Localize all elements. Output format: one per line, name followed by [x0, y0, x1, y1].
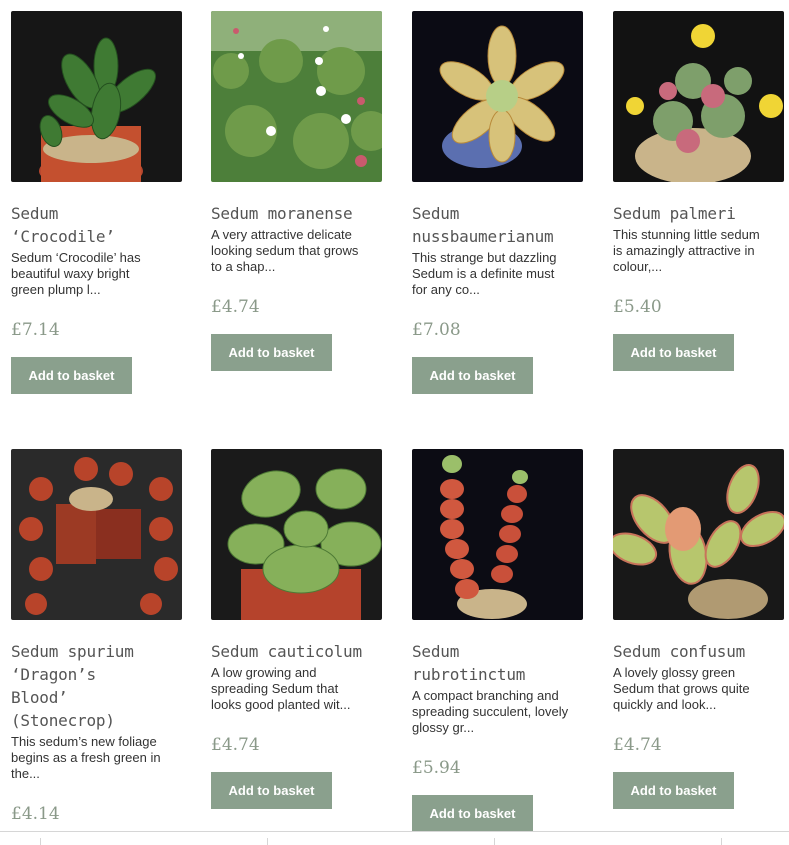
product-title[interactable]: Sedum nussbaumerianum [412, 202, 584, 248]
crocodile-image[interactable] [11, 11, 182, 182]
product-description: This strange but dazzling Sedum is a def… [412, 250, 557, 297]
product-title[interactable]: Sedum ‘Crocodile’ [11, 202, 183, 248]
product-price: £4.74 [613, 735, 662, 755]
add-to-basket-button[interactable]: Add to basket [613, 772, 734, 809]
nussbaumerianum-image[interactable] [412, 11, 583, 182]
divider [40, 838, 41, 845]
add-to-basket-button[interactable]: Add to basket [211, 334, 332, 371]
product-card: Sedum ‘Crocodile’ Sedum ‘Crocodile’ has … [11, 11, 183, 394]
product-card: Sedum nussbaumerianum This strange but d… [412, 11, 584, 394]
divider [721, 838, 722, 845]
spurium-image[interactable] [11, 449, 182, 620]
rubrotinctum-image[interactable] [412, 449, 583, 620]
product-card: Sedum moranense A very attractive delica… [211, 11, 383, 371]
product-title[interactable]: Sedum cauticolum [211, 640, 383, 663]
add-to-basket-button[interactable]: Add to basket [613, 334, 734, 371]
product-card: Sedum spurium ‘Dragon’s Blood’ (Stonecro… [11, 449, 183, 824]
product-description: Sedum ‘Crocodile’ has beautiful waxy bri… [11, 250, 141, 297]
product-title[interactable]: Sedum rubrotinctum [412, 640, 584, 686]
product-title[interactable]: Sedum moranense [211, 202, 383, 225]
divider [0, 831, 789, 832]
add-to-basket-button[interactable]: Add to basket [211, 772, 332, 809]
product-price: £4.14 [11, 804, 60, 824]
cauticolum-image[interactable] [211, 449, 382, 620]
product-description: A low growing and spreading Sedum that l… [211, 665, 351, 712]
product-title[interactable]: Sedum spurium ‘Dragon’s Blood’ (Stonecro… [11, 640, 183, 732]
product-price: £4.74 [211, 735, 260, 755]
product-price: £7.14 [11, 320, 60, 340]
add-to-basket-button[interactable]: Add to basket [412, 795, 533, 832]
product-card: Sedum cauticolum A low growing and sprea… [211, 449, 383, 809]
product-card: Sedum palmeri This stunning little sedum… [613, 11, 785, 371]
product-card: Sedum rubrotinctum A compact branching a… [412, 449, 584, 832]
product-title[interactable]: Sedum palmeri [613, 202, 785, 225]
product-description: A compact branching and spreading succul… [412, 688, 569, 735]
divider [267, 838, 268, 845]
product-description: This stunning little sedum is amazingly … [613, 227, 760, 274]
add-to-basket-button[interactable]: Add to basket [11, 357, 132, 394]
product-title[interactable]: Sedum confusum [613, 640, 785, 663]
palmeri-image[interactable] [613, 11, 784, 182]
product-price: £5.40 [613, 297, 662, 317]
confusum-image[interactable] [613, 449, 784, 620]
add-to-basket-button[interactable]: Add to basket [412, 357, 533, 394]
product-card: Sedum confusum A lovely glossy green Sed… [613, 449, 785, 809]
product-description: This sedum’s new foliage begins as a fre… [11, 734, 161, 781]
product-description: A lovely glossy green Sedum that grows q… [613, 665, 750, 712]
product-price: £7.08 [412, 320, 461, 340]
product-description: A very attractive delicate looking sedum… [211, 227, 359, 274]
moranense-image[interactable] [211, 11, 382, 182]
product-price: £5.94 [412, 758, 461, 778]
product-price: £4.74 [211, 297, 260, 317]
divider [494, 838, 495, 845]
